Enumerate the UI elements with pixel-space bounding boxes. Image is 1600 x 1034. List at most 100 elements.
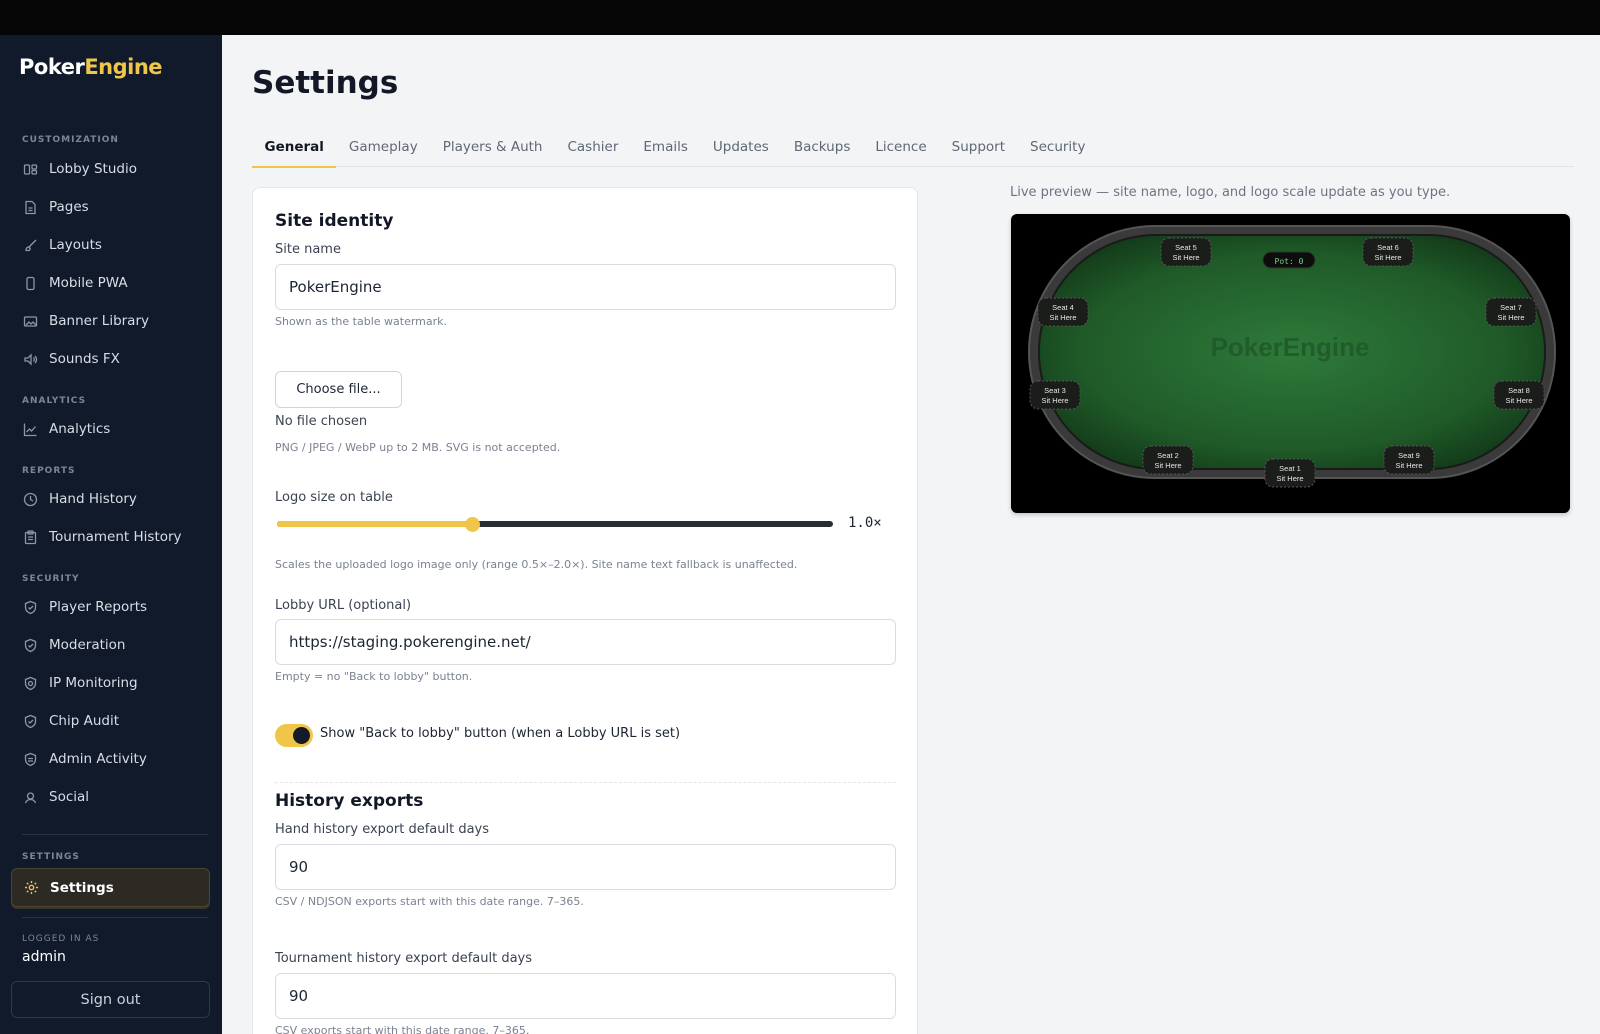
shield-icon [23, 676, 38, 691]
logged-in-label: LOGGED IN AS [22, 934, 100, 944]
brand-part2: Engine [84, 55, 163, 79]
slider-thumb[interactable] [464, 517, 480, 532]
section-label-security: SECURITY [22, 574, 80, 584]
speaker-icon [23, 352, 38, 367]
phone-icon [23, 276, 38, 291]
sidebar-item-analytics[interactable]: Analytics [11, 412, 210, 446]
page-title: Settings [252, 65, 399, 101]
sidebar: PokerEngine CUSTOMIZATION Lobby Studio P… [0, 35, 222, 1034]
tab-backups[interactable]: Backups [781, 127, 863, 167]
lobby-url-help: Empty = no "Back to lobby" button. [275, 670, 473, 683]
seat-9[interactable]: Seat 9Sit Here [1383, 445, 1435, 475]
sidebar-item-ip-monitoring[interactable]: IP Monitoring [11, 666, 210, 700]
sidebar-item-chip-audit[interactable]: Chip Audit [11, 704, 210, 738]
sidebar-item-label: IP Monitoring [49, 675, 138, 691]
tournament-history-days-label: Tournament history export default days [275, 951, 533, 966]
seat-sit-here: Sit Here [1172, 253, 1199, 262]
lobby-url-input[interactable]: https://staging.pokerengine.net/ [275, 619, 896, 665]
seat-label: Seat 3 [1044, 386, 1066, 395]
tab-security[interactable]: Security [1018, 127, 1098, 167]
section-divider [275, 782, 896, 783]
back-to-lobby-toggle[interactable] [275, 724, 313, 747]
seat-sit-here: Sit Here [1395, 461, 1422, 470]
file-icon [23, 200, 38, 215]
seat-4[interactable]: Seat 4Sit Here [1037, 297, 1089, 327]
sidebar-item-label: Moderation [49, 637, 126, 653]
sidebar-item-social[interactable]: Social [11, 780, 210, 814]
shield-icon [23, 600, 38, 615]
file-help: PNG / JPEG / WebP up to 2 MB. SVG is not… [275, 441, 561, 454]
sidebar-item-layouts[interactable]: Layouts [11, 228, 210, 262]
tab-general[interactable]: General [252, 127, 337, 168]
logo-size-value: 1.0× [848, 515, 882, 531]
site-identity-heading: Site identity [275, 211, 394, 231]
section-label-customization: CUSTOMIZATION [22, 135, 119, 145]
seat-label: Seat 7 [1500, 303, 1522, 312]
seat-7[interactable]: Seat 7Sit Here [1485, 297, 1537, 327]
tab-licence[interactable]: Licence [863, 127, 939, 167]
sidebar-item-pages[interactable]: Pages [11, 190, 210, 224]
clock-icon [23, 492, 38, 507]
site-name-input[interactable]: PokerEngine [275, 264, 896, 310]
sidebar-item-tournament-history[interactable]: Tournament History [11, 520, 210, 554]
sidebar-item-label: Mobile PWA [49, 275, 128, 291]
live-preview-caption: Live preview — site name, logo, and logo… [1010, 185, 1451, 200]
tab-updates[interactable]: Updates [700, 127, 781, 167]
section-label-analytics: ANALYTICS [22, 396, 87, 406]
seat-sit-here: Sit Here [1276, 474, 1303, 483]
chart-icon [23, 422, 38, 437]
site-name-help: Shown as the table watermark. [275, 315, 448, 328]
back-to-lobby-toggle-label[interactable]: Show "Back to lobby" button (when a Lobb… [320, 726, 680, 741]
table-watermark: PokerEngine [1211, 332, 1370, 362]
brush-icon [23, 238, 38, 253]
choose-file-button[interactable]: Choose file... [275, 371, 402, 408]
site-name-label: Site name [275, 242, 341, 257]
logo-size-label: Logo size on table [275, 490, 393, 505]
seat-label: Seat 6 [1377, 243, 1399, 252]
image-icon [23, 314, 38, 329]
sidebar-item-lobby-studio[interactable]: Lobby Studio [11, 152, 210, 186]
main-content: Settings General Gameplay Players & Auth… [222, 35, 1600, 1034]
sidebar-item-player-reports[interactable]: Player Reports [11, 590, 210, 624]
brand-logo[interactable]: PokerEngine [19, 55, 163, 79]
tab-support[interactable]: Support [939, 127, 1017, 167]
tournament-history-days-input[interactable]: 90 [275, 973, 896, 1019]
sidebar-item-banner-library[interactable]: Banner Library [11, 304, 210, 338]
tab-gameplay[interactable]: Gameplay [336, 127, 430, 167]
pot-text: Pot: 0 [1275, 257, 1304, 266]
seat-8[interactable]: Seat 8Sit Here [1493, 380, 1545, 410]
table-preview: PokerEngine Pot: 0 Seat 1 Sit Here Seat 2S… [1011, 214, 1570, 513]
sign-out-button[interactable]: Sign out [11, 981, 210, 1018]
sidebar-item-label: Analytics [49, 421, 111, 437]
sidebar-item-mobile-pwa[interactable]: Mobile PWA [11, 266, 210, 300]
tab-cashier[interactable]: Cashier [555, 127, 631, 167]
seat-6[interactable]: Seat 6Sit Here [1362, 237, 1414, 267]
sidebar-item-hand-history[interactable]: Hand History [11, 482, 210, 516]
tab-players-auth[interactable]: Players & Auth [430, 127, 555, 167]
section-label-reports: REPORTS [22, 466, 76, 476]
logo-size-slider[interactable] [275, 517, 833, 532]
tab-emails[interactable]: Emails [631, 127, 701, 167]
lobby-url-label: Lobby URL (optional) [275, 598, 412, 613]
seat-label: Seat 8 [1508, 386, 1530, 395]
sidebar-item-label: Banner Library [49, 313, 149, 329]
history-exports-heading: History exports [275, 791, 424, 811]
poker-table-svg: PokerEngine Pot: 0 Seat 1Sit Here Seat 2S… [1028, 225, 1556, 488]
hand-history-days-input[interactable]: 90 [275, 844, 896, 890]
seat-3[interactable]: Seat 3Sit Here [1029, 380, 1081, 410]
sidebar-item-moderation[interactable]: Moderation [11, 628, 210, 662]
slider-fill [277, 521, 472, 527]
sidebar-item-label: Tournament History [49, 529, 182, 545]
shield-icon [23, 714, 38, 729]
sidebar-item-admin-activity[interactable]: Admin Activity [11, 742, 210, 776]
pot-display: Pot: 0 [1262, 251, 1316, 269]
sidebar-item-settings[interactable]: Settings [11, 868, 210, 907]
sidebar-item-sounds-fx[interactable]: Sounds FX [11, 342, 210, 376]
sidebar-item-label: Sounds FX [49, 351, 120, 367]
seat-5[interactable]: Seat 5Sit Here [1160, 237, 1212, 267]
seat-2[interactable]: Seat 2Sit Here [1142, 445, 1194, 475]
seat-sit-here: Sit Here [1497, 313, 1524, 322]
seat-1[interactable]: Seat 1Sit Here [1264, 458, 1316, 488]
window-top-bar [0, 0, 1600, 35]
toggle-knob [293, 727, 310, 744]
